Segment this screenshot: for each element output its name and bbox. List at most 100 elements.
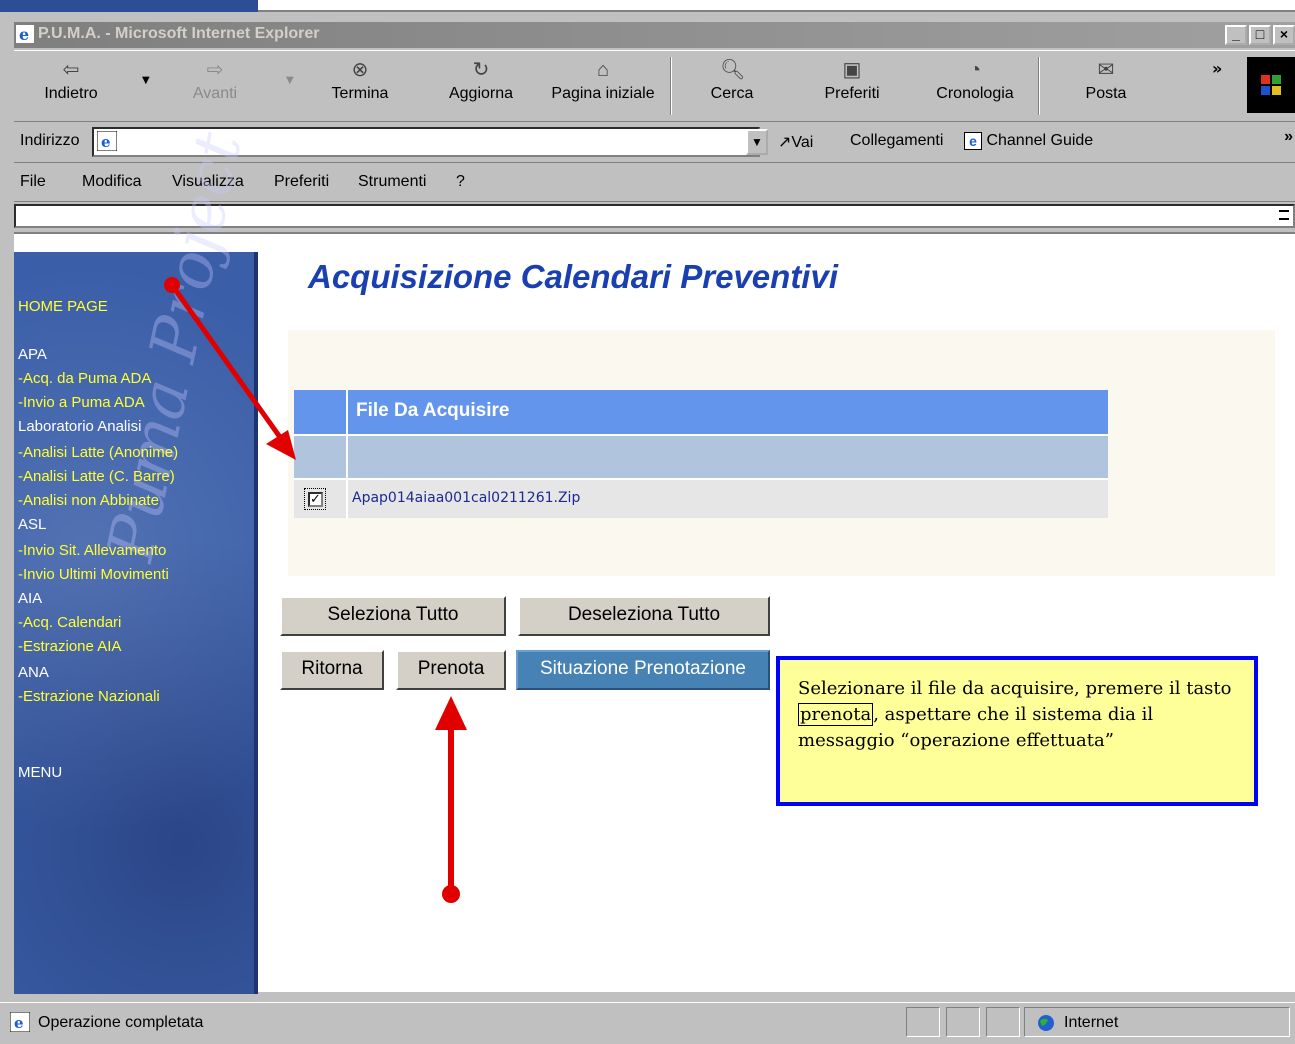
status-bar: e Operazione completata Internet: [0, 1002, 1295, 1044]
checkbox-cell: ✓: [294, 480, 348, 518]
history-label: Cronologia: [936, 85, 1014, 102]
close-button[interactable]: ×: [1273, 25, 1295, 45]
booking-status-button[interactable]: Situazione Prenotazione: [516, 650, 770, 690]
toolbar: ⇦ Indietro ▼ ⇨ Avanti ▼ ⊗ Termina ↻ Aggi…: [14, 50, 1295, 122]
background-window-strip: [0, 0, 1295, 20]
svg-text:e: e: [19, 25, 29, 43]
nav-heading-apa: APA: [18, 346, 47, 363]
minimize-button[interactable]: _: [1225, 25, 1247, 45]
svg-text:e: e: [14, 1014, 24, 1032]
back-dropdown-icon[interactable]: ▼: [142, 75, 150, 86]
history-icon: ◔: [968, 59, 982, 81]
nav-analisi-anonime[interactable]: -Analisi Latte (Anonime): [18, 444, 178, 461]
status-cell: [986, 1007, 1020, 1037]
search-label: Cerca: [710, 85, 754, 102]
callout-highlight: prenota: [798, 703, 874, 726]
windows-logo-icon: [1247, 57, 1295, 113]
nav-invio-allevamento[interactable]: -Invio Sit. Allevamento: [18, 542, 166, 559]
checkmark-icon: ✓: [308, 492, 323, 507]
status-text: Operazione completata: [38, 1014, 204, 1031]
search-icon: 🔍︎: [720, 59, 746, 81]
stop-icon: ⊗: [351, 59, 369, 81]
background-window-corner: [0, 0, 258, 12]
nav-invio-puma-ada[interactable]: -Invio a Puma ADA: [18, 394, 145, 411]
stop-button[interactable]: ⊗ Termina: [324, 55, 396, 119]
prenota-button[interactable]: Prenota: [396, 650, 506, 690]
zone-label: Internet: [1064, 1014, 1119, 1031]
menu-help[interactable]: ?: [456, 173, 465, 191]
forward-dropdown-icon[interactable]: ▼: [286, 75, 294, 86]
nav-acq-calendari[interactable]: -Acq. Calendari: [18, 614, 121, 631]
file-name: Apap014aiaa001cal0211261.Zip: [352, 490, 581, 506]
go-arrow-icon: ↗: [778, 134, 792, 151]
address-label: Indirizzo: [20, 132, 80, 149]
nav-heading-aia: AIA: [18, 590, 43, 607]
window-title: P.U.M.A. - Microsoft Internet Explorer: [38, 25, 320, 42]
favorites-label: Preferiti: [824, 85, 880, 102]
toolbar-grip-icon[interactable]: [1279, 210, 1289, 220]
search-button[interactable]: 🔍︎ Cerca: [700, 55, 764, 119]
nav-heading-ana: ANA: [18, 664, 49, 681]
stop-label: Termina: [331, 85, 389, 102]
window-title-bar[interactable]: e P.U.M.A. - Microsoft Internet Explorer…: [14, 22, 1295, 48]
page-status-icon: e: [10, 1012, 30, 1032]
screen: e P.U.M.A. - Microsoft Internet Explorer…: [0, 0, 1295, 1044]
back-button[interactable]: ⇦ Indietro: [36, 55, 106, 119]
links-button[interactable]: Collegamenti: [850, 132, 943, 150]
maximize-button[interactable]: □: [1249, 25, 1271, 45]
favorites-button[interactable]: ▣ Preferiti: [814, 55, 890, 119]
sidebar: Puma Project HOME PAGE APA -Acq. da Puma…: [14, 127, 258, 994]
nav-menu[interactable]: MENU: [18, 764, 62, 781]
history-button[interactable]: ◔ Cronologia: [928, 55, 1022, 119]
nav-estrazione-nazionali[interactable]: -Estrazione Nazionali: [18, 688, 160, 705]
nav-estrazione-aia[interactable]: -Estrazione AIA: [18, 638, 121, 655]
table-blank-row: [294, 434, 1108, 478]
table-header-row: File Da Acquisire: [294, 390, 1108, 434]
background-window-bar: [258, 0, 1295, 12]
file-table: File Da Acquisire ✓ Apap014aiaa001cal021…: [294, 390, 1108, 518]
channel-guide-link[interactable]: e Channel Guide: [964, 132, 1093, 150]
table-header-cell: [294, 390, 348, 434]
ie-logo-icon: e: [16, 25, 34, 43]
blank-cell: [294, 436, 348, 478]
refresh-button[interactable]: ↻ Aggiorna: [442, 55, 520, 119]
page-content: Puma Project HOME PAGE APA -Acq. da Puma…: [14, 127, 1295, 994]
nav-analisi-barre[interactable]: -Analisi Latte (C. Barre): [18, 468, 175, 485]
address-dropdown-button[interactable]: ▼: [746, 129, 768, 155]
go-button[interactable]: ↗Vai: [778, 132, 813, 152]
toolbar-separator: [670, 57, 672, 115]
back-label: Indietro: [44, 85, 98, 102]
home-button[interactable]: ⌂ Pagina iniziale: [544, 55, 662, 119]
status-cell: [946, 1007, 980, 1037]
table-header-label: File Da Acquisire: [356, 400, 510, 421]
nav-invio-movimenti[interactable]: -Invio Ultimi Movimenti: [18, 566, 169, 583]
nav-acq-puma-ada[interactable]: -Acq. da Puma ADA: [18, 370, 151, 387]
menu-file[interactable]: File: [20, 173, 46, 191]
file-checkbox[interactable]: ✓: [304, 488, 326, 510]
menu-edit[interactable]: Modifica: [82, 173, 142, 191]
mail-button[interactable]: ✉ Posta: [1078, 55, 1134, 119]
page-title: Acquisizione Calendari Preventivi: [308, 258, 838, 295]
forward-button[interactable]: ⇨ Avanti: [180, 55, 250, 119]
menu-favorites[interactable]: Preferiti: [274, 173, 329, 191]
page-icon: e: [97, 131, 117, 151]
deselect-all-button[interactable]: Deseleziona Tutto: [518, 596, 770, 636]
refresh-label: Aggiorna: [448, 85, 514, 102]
instruction-callout: Selezionare il file da acquisire, premer…: [776, 656, 1258, 806]
go-label: Vai: [791, 134, 814, 151]
forward-arrow-icon: ⇨: [206, 59, 224, 81]
links-chevron-icon[interactable]: »: [1284, 128, 1293, 146]
status-cell: [906, 1007, 940, 1037]
callout-text-1: Selezionare il file da acquisire, premer…: [798, 678, 1232, 699]
back-arrow-icon: ⇦: [62, 59, 80, 81]
toolbar-chevron-icon[interactable]: »: [1212, 59, 1222, 78]
refresh-icon: ↻: [472, 59, 490, 81]
back-page-button[interactable]: Ritorna: [280, 650, 384, 690]
nav-home-page[interactable]: HOME PAGE: [18, 298, 108, 315]
mail-label: Posta: [1085, 85, 1127, 102]
select-all-button[interactable]: Seleziona Tutto: [280, 596, 506, 636]
table-row: ✓ Apap014aiaa001cal0211261.Zip: [294, 478, 1108, 518]
menu-tools[interactable]: Strumenti: [358, 173, 426, 191]
nav-analisi-non-abbinate[interactable]: -Analisi non Abbinate: [18, 492, 159, 509]
favorites-icon: ▣: [842, 59, 862, 81]
